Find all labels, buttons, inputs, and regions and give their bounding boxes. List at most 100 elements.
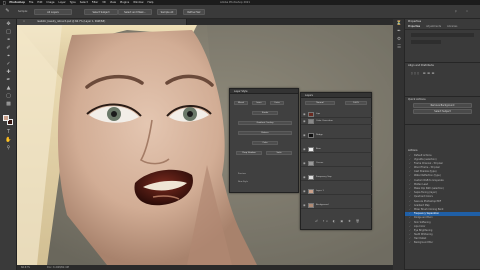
check-icon[interactable]: ✓: [409, 212, 412, 215]
zoom-tool-icon[interactable]: ⚲: [4, 145, 13, 152]
check-icon[interactable]: ✓: [409, 233, 412, 236]
layer-row[interactable]: ◉ Lips: [301, 111, 372, 118]
remove-background-button[interactable]: Remove Background: [413, 103, 472, 108]
channels-icon[interactable]: ☰: [396, 45, 402, 51]
menu-help[interactable]: Help: [148, 1, 154, 4]
layer-row[interactable]: ◉ Frequency Sep.: [301, 174, 372, 181]
eraser-tool-icon[interactable]: ▢: [4, 93, 13, 100]
gradient-overlay-button[interactable]: Gradient Overlay: [238, 121, 292, 125]
menu-plugins[interactable]: Plugins: [120, 1, 129, 4]
check-icon[interactable]: ✓: [409, 216, 412, 219]
tab-libraries[interactable]: Libraries: [447, 25, 457, 28]
check-icon[interactable]: ✓: [409, 221, 412, 224]
search-icon[interactable]: ⚲: [455, 10, 457, 13]
check-icon[interactable]: ✓: [409, 208, 412, 211]
clone-stamp-icon[interactable]: ▲: [4, 85, 13, 92]
outer-button[interactable]: Outer: [270, 101, 284, 105]
action-item[interactable]: ✓ Background Blur: [405, 241, 480, 245]
eye-icon[interactable]: ◉: [303, 118, 306, 125]
check-icon[interactable]: ✓: [409, 195, 412, 198]
check-icon[interactable]: ✓: [409, 183, 412, 186]
layer-row[interactable]: ◉ Color Correction: [301, 118, 372, 125]
select-subject-quick-button[interactable]: Select Subject: [413, 109, 472, 114]
menu-edit[interactable]: Edit: [37, 1, 42, 4]
properties-icon[interactable]: ⚙: [396, 37, 402, 43]
select-and-mask-button[interactable]: Select and Mask...: [118, 9, 152, 15]
marquee-tool-icon[interactable]: □: [4, 29, 13, 36]
stroke-button[interactable]: Stroke: [252, 111, 278, 115]
eyedropper-tool-icon[interactable]: ✓: [4, 61, 13, 68]
eye-icon[interactable]: ◉: [303, 111, 306, 118]
healing-brush-icon[interactable]: ✚: [4, 69, 13, 76]
properties-field[interactable]: [411, 40, 441, 44]
menu-layer[interactable]: Layer: [59, 1, 66, 4]
type-tool-icon[interactable]: T: [4, 129, 13, 136]
inner-button[interactable]: Inner: [252, 101, 266, 105]
check-icon[interactable]: ✓: [409, 162, 412, 165]
quick-select-icon[interactable]: ✎: [3, 8, 12, 15]
menu-view[interactable]: View: [110, 1, 116, 4]
new-style-label[interactable]: New Style: [238, 181, 248, 183]
check-icon[interactable]: ✓: [409, 241, 412, 244]
menu-file[interactable]: File: [29, 1, 33, 4]
pattern-button[interactable]: Pattern: [238, 131, 292, 135]
blend-mode-dropdown[interactable]: Normal: [305, 101, 335, 105]
color-button[interactable]: Color: [252, 141, 278, 145]
select-subject-button[interactable]: Select Subject: [84, 9, 118, 15]
layer-row[interactable]: ◉ Layer 1: [301, 188, 372, 195]
check-icon[interactable]: ✓: [409, 229, 412, 232]
check-icon[interactable]: ✓: [409, 166, 412, 169]
gradient-tool-icon[interactable]: ▩: [4, 101, 13, 108]
history-icon[interactable]: ⏳: [396, 21, 402, 27]
check-icon[interactable]: ✓: [409, 204, 412, 207]
layers-footer-icons[interactable]: ☍ fx ◐ ▣ ✚ 🗑: [315, 219, 361, 223]
check-icon[interactable]: ✓: [409, 200, 412, 203]
align-icons[interactable]: ▯▯▯ ▬▬▬: [411, 71, 474, 75]
sample-all-button[interactable]: Sample All: [157, 9, 177, 15]
eye-icon[interactable]: ◉: [303, 174, 306, 181]
satin-button[interactable]: Satin: [266, 151, 292, 155]
layer-row[interactable]: ◉ Dodge: [301, 132, 372, 139]
drop-shadow-button[interactable]: Drop Shadow: [236, 151, 262, 155]
check-icon[interactable]: ✓: [409, 191, 412, 194]
properties-field[interactable]: [411, 33, 474, 37]
eye-icon[interactable]: ◉: [303, 146, 306, 153]
check-icon[interactable]: ✓: [409, 158, 412, 161]
check-icon[interactable]: ✓: [409, 225, 412, 228]
sample-dropdown[interactable]: All Layers: [34, 9, 72, 15]
menu-3d[interactable]: 3D: [102, 1, 106, 4]
quick-select-tool-icon[interactable]: ✐: [4, 45, 13, 52]
eye-icon[interactable]: ◉: [303, 188, 306, 195]
menu-app-name[interactable]: Photoshop: [9, 1, 25, 4]
menu-window[interactable]: Window: [133, 1, 143, 4]
layer-row[interactable]: ◉ Curves: [301, 160, 372, 167]
tab-adjustments[interactable]: Adjustments: [426, 25, 441, 28]
refine-hair-button[interactable]: Refine Hair: [183, 9, 205, 15]
layer-row[interactable]: ◉ Burn: [301, 146, 372, 153]
move-tool-icon[interactable]: ✥: [4, 21, 13, 28]
foreground-color-swatch[interactable]: [3, 115, 9, 121]
check-icon[interactable]: ✓: [409, 174, 412, 177]
check-icon[interactable]: ✓: [409, 154, 412, 157]
brush-settings-icon[interactable]: ✒: [396, 29, 402, 35]
blend-button[interactable]: Blend: [234, 101, 248, 105]
check-icon[interactable]: ✓: [409, 187, 412, 190]
hand-tool-icon[interactable]: ✋: [4, 137, 13, 144]
layer-row[interactable]: ◉ Background: [301, 202, 372, 209]
check-icon[interactable]: ✓: [409, 179, 412, 182]
brush-tool-icon[interactable]: ✒: [4, 77, 13, 84]
lasso-tool-icon[interactable]: ⚭: [4, 37, 13, 44]
opacity-field[interactable]: 100%: [345, 101, 367, 105]
eye-icon[interactable]: ◉: [303, 202, 306, 209]
check-icon[interactable]: ✓: [409, 237, 412, 240]
zoom-level[interactable]: 66.67%: [21, 266, 30, 269]
menu-filter[interactable]: Filter: [92, 1, 98, 4]
menu-image[interactable]: Image: [46, 1, 54, 4]
share-icon[interactable]: ⇧: [466, 10, 468, 13]
eye-icon[interactable]: ◉: [303, 160, 306, 167]
eye-icon[interactable]: ◉: [303, 132, 306, 139]
check-icon[interactable]: ✓: [409, 170, 412, 173]
tab-properties[interactable]: Properties: [408, 25, 420, 28]
preview-label[interactable]: Preview: [238, 173, 246, 175]
menu-select[interactable]: Select: [80, 1, 88, 4]
